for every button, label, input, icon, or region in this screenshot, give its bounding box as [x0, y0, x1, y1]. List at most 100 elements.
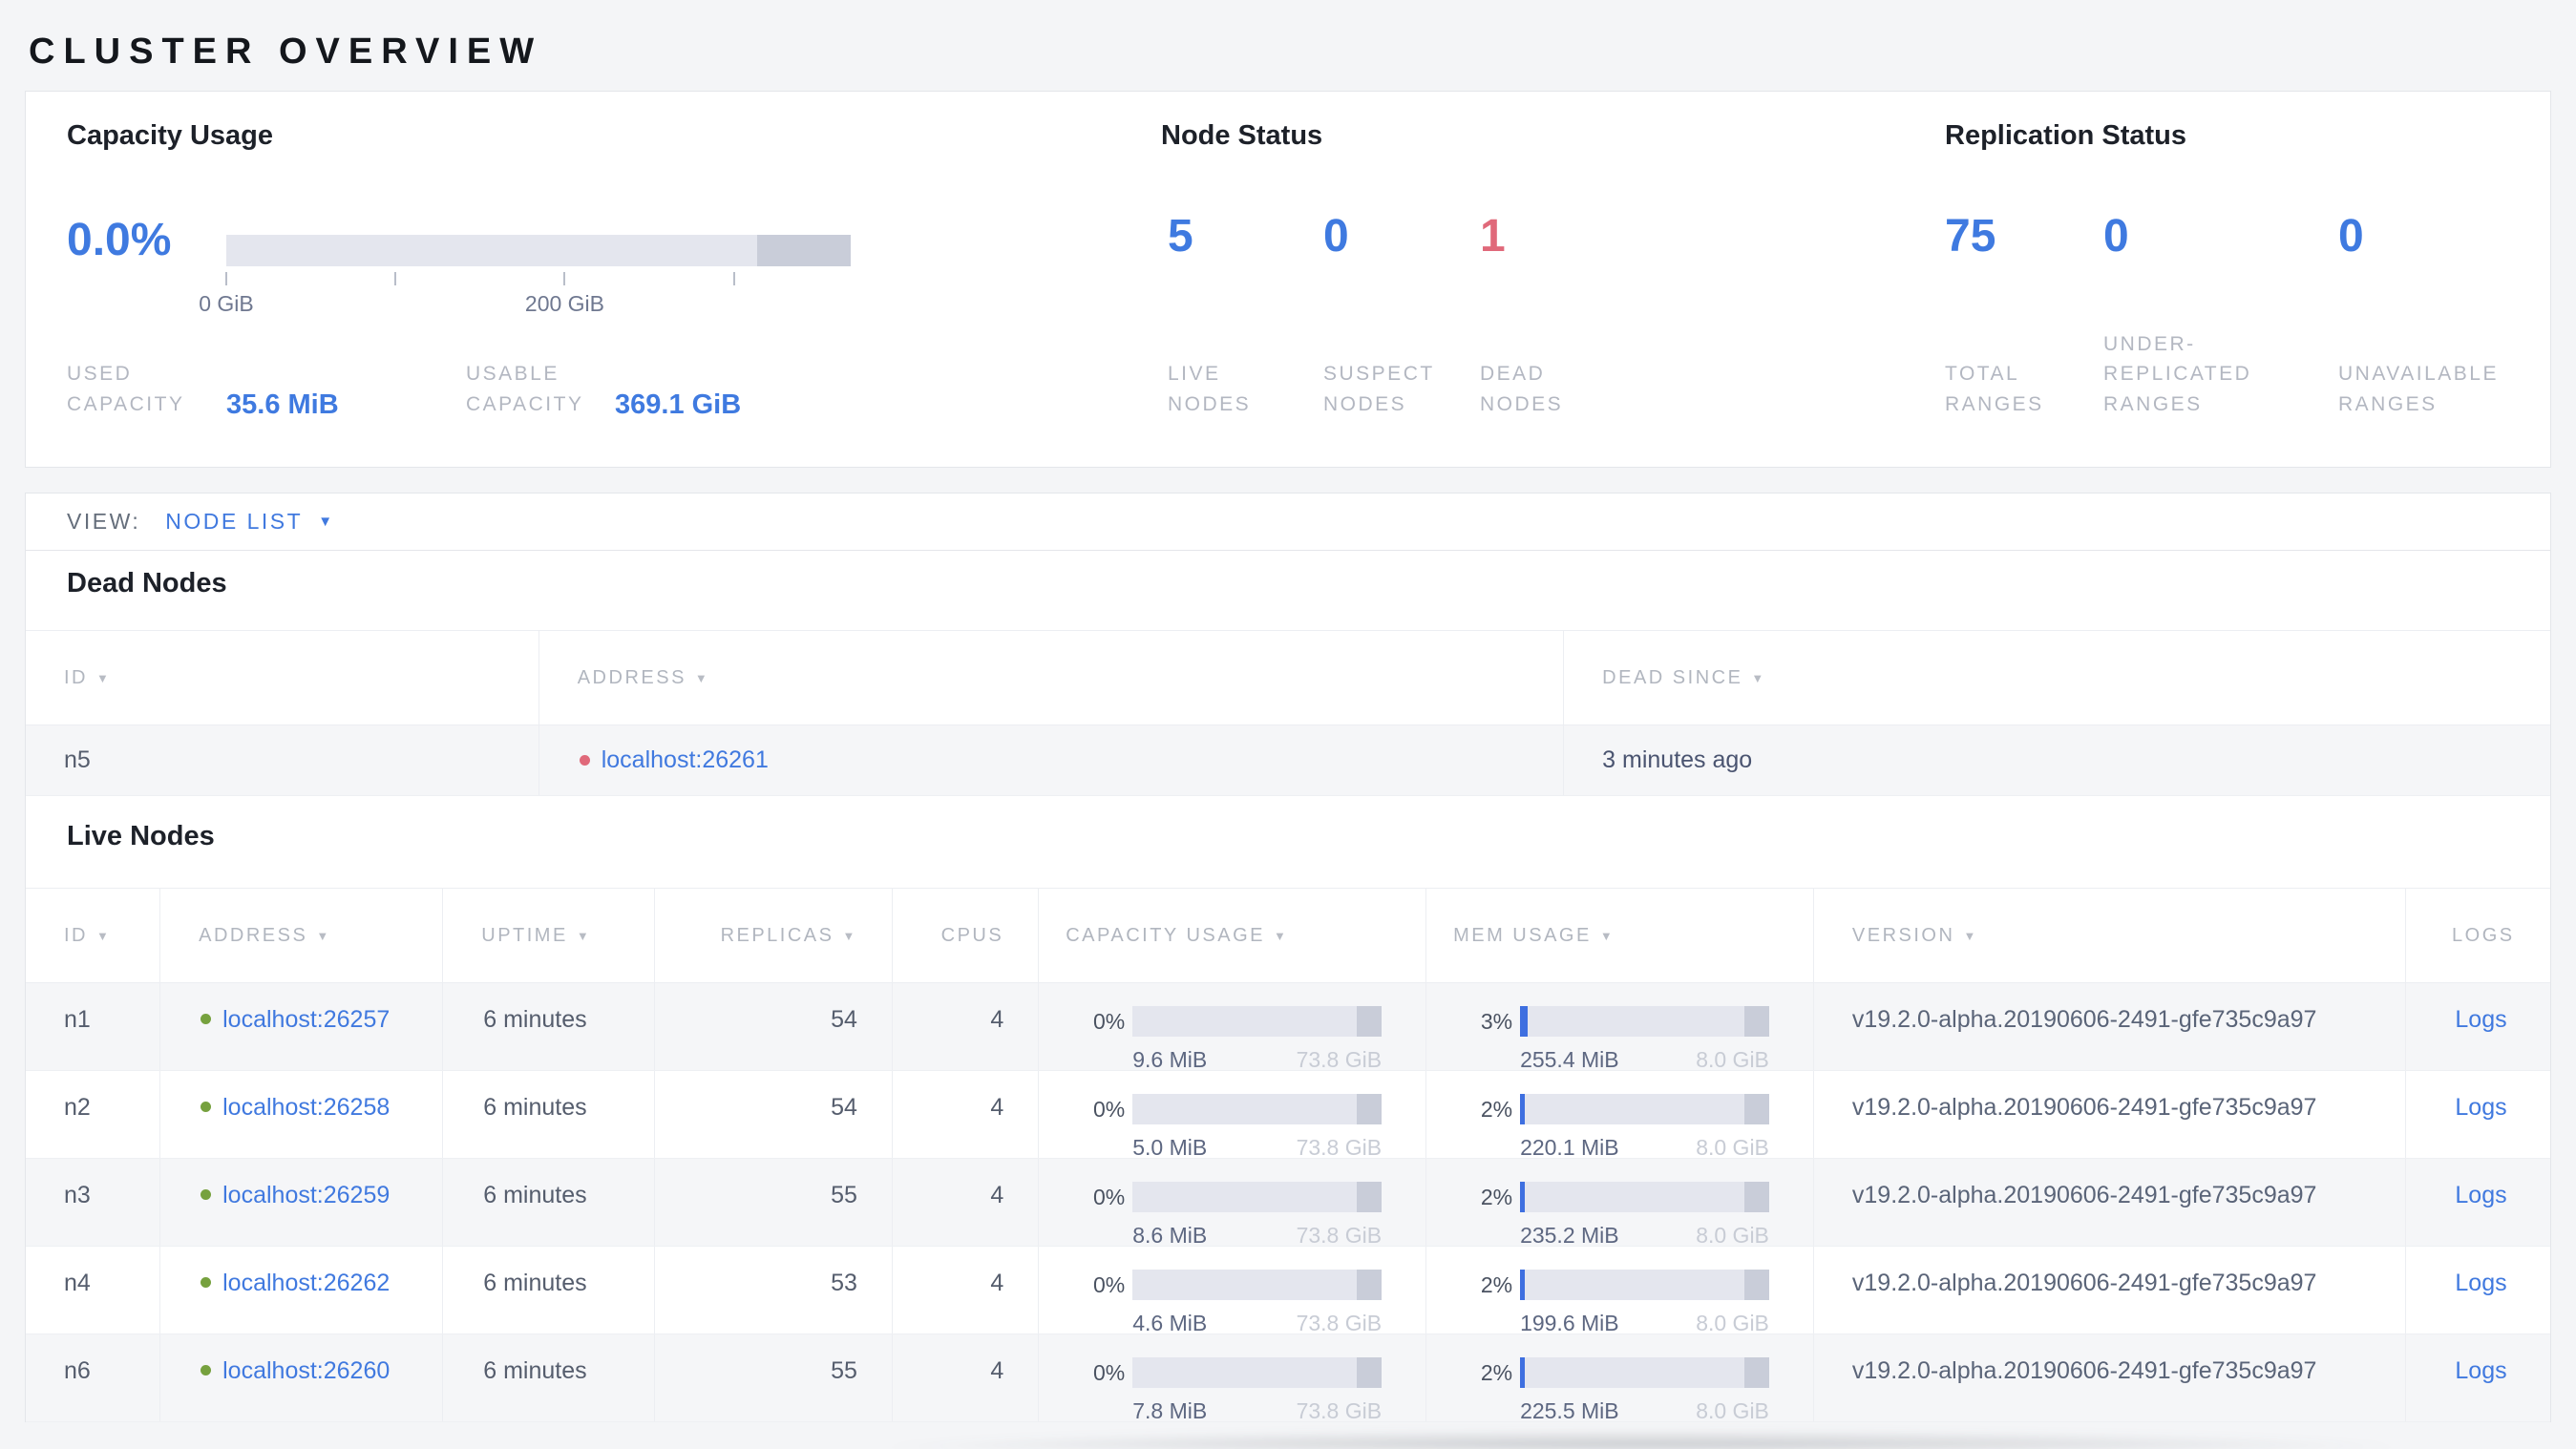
uptime-value: 6 minutes: [442, 1159, 654, 1246]
sort-desc-icon: ▼: [576, 928, 592, 943]
logs-link[interactable]: Logs: [2455, 1357, 2506, 1384]
live-node-row: n4 localhost:26262 6 minutes 53 4 0% 4.6…: [26, 1247, 2550, 1334]
column-header-mem-usage[interactable]: MEM USAGE ▼: [1425, 889, 1813, 982]
stat-value: 0: [1323, 211, 1349, 262]
node-list-panel: Dead Nodes ID ▼ ADDRESS ▼ DEAD SINCE ▼ n5 l…: [25, 551, 2551, 1422]
replication-stat: 0 UNAVAILABLE RANGES: [2338, 214, 2558, 419]
column-header-version[interactable]: VERSION ▼: [1812, 889, 2405, 982]
replicas-value: 55: [654, 1334, 892, 1421]
node-address-link[interactable]: localhost:26258: [222, 1094, 390, 1122]
dead-node-row: n5 localhost:26261 3 minutes ago: [26, 725, 2550, 796]
mem-used-value: 235.2 MiB: [1520, 1223, 1619, 1248]
mem-used-segment: [1520, 1094, 1526, 1124]
column-header-address[interactable]: ADDRESS ▼: [538, 631, 1563, 724]
capacity-axis: 0 GiB 200 GiB: [199, 272, 851, 329]
logs-link[interactable]: Logs: [2455, 1006, 2506, 1033]
node-id: n2: [64, 1094, 91, 1121]
column-header-dead-since[interactable]: DEAD SINCE ▼: [1563, 631, 2550, 724]
column-header-cpus: CPUS: [891, 889, 1038, 982]
column-header-address[interactable]: ADDRESS ▼: [159, 889, 442, 982]
dead-nodes-header-row: ID ▼ ADDRESS ▼ DEAD SINCE ▼: [26, 630, 2550, 725]
mem-usage-cell: 2% 220.1 MiB 8.0 GiB: [1425, 1071, 1813, 1159]
logs-link[interactable]: Logs: [2455, 1270, 2506, 1296]
version-value: v19.2.0-alpha.20190606-2491-gfe735c9a97: [1812, 1247, 2405, 1334]
capacity-used-value: 5.0 MiB: [1132, 1135, 1208, 1160]
mem-percent: 2%: [1480, 1271, 1513, 1297]
column-header-uptime[interactable]: UPTIME ▼: [442, 889, 654, 982]
axis-tick-mark: [563, 272, 566, 285]
capacity-usage-title: Capacity Usage: [67, 120, 273, 151]
sort-desc-icon: ▼: [1273, 928, 1289, 943]
uptime-value: 6 minutes: [442, 1071, 654, 1158]
page-title: CLUSTER OVERVIEW: [29, 32, 543, 73]
mem-bar: [1520, 1094, 1769, 1124]
capacity-used-value: 4.6 MiB: [1132, 1311, 1208, 1335]
node-status-stat: 5 LIVE NODES: [1168, 214, 1323, 419]
node-address-link[interactable]: localhost:26262: [222, 1270, 390, 1297]
sort-desc-icon: ▼: [1599, 928, 1615, 943]
version-value: v19.2.0-alpha.20190606-2491-gfe735c9a97: [1812, 1159, 2405, 1246]
replication-stat: 75 TOTAL RANGES: [1945, 214, 2103, 419]
node-address-link[interactable]: localhost:26260: [222, 1357, 390, 1385]
mem-bar: [1520, 1357, 1769, 1388]
mem-used-value: 225.5 MiB: [1520, 1398, 1619, 1423]
capacity-usage-cell: 0% 4.6 MiB 73.8 GiB: [1038, 1247, 1425, 1334]
capacity-total-value: 73.8 GiB: [1296, 1223, 1383, 1248]
mem-percent: 2%: [1480, 1359, 1513, 1385]
sort-desc-icon: ▼: [1963, 928, 1978, 943]
view-bar: VIEW: NODE LIST ▼: [25, 493, 2551, 551]
column-header-id[interactable]: ID ▼: [26, 631, 538, 724]
view-selector-dropdown[interactable]: NODE LIST ▼: [165, 509, 334, 535]
column-header-capacity-usage[interactable]: CAPACITY USAGE ▼: [1038, 889, 1425, 982]
node-address-link[interactable]: localhost:26261: [602, 746, 769, 774]
capacity-bar: [1132, 1094, 1383, 1124]
node-address-link[interactable]: localhost:26259: [222, 1182, 390, 1209]
capacity-used-value: 9.6 MiB: [1132, 1047, 1208, 1072]
stat-label: DEAD NODES: [1480, 363, 1564, 415]
mem-used-value: 199.6 MiB: [1520, 1311, 1619, 1335]
sort-desc-icon: ▼: [96, 670, 112, 685]
stat-value: 75: [1945, 211, 1996, 262]
live-nodes-heading: Live Nodes: [67, 821, 215, 851]
mem-percent: 2%: [1480, 1096, 1513, 1122]
replicas-value: 53: [654, 1247, 892, 1334]
node-status-stat: 1 DEAD NODES: [1480, 214, 1633, 419]
mem-total-value: 8.0 GiB: [1696, 1398, 1769, 1423]
node-id: n3: [64, 1182, 91, 1208]
logs-link[interactable]: Logs: [2455, 1094, 2506, 1121]
axis-tick-mark: [732, 272, 735, 285]
mem-usage-cell: 2% 225.5 MiB 8.0 GiB: [1425, 1334, 1813, 1423]
mem-used-segment: [1520, 1006, 1528, 1037]
version-value: v19.2.0-alpha.20190606-2491-gfe735c9a97: [1812, 1334, 2405, 1421]
dead-since-value: 3 minutes ago: [1563, 725, 2550, 795]
sort-desc-icon: ▼: [694, 670, 710, 685]
logs-link[interactable]: Logs: [2455, 1182, 2506, 1208]
column-header-replicas[interactable]: REPLICAS ▼: [654, 889, 892, 982]
mem-percent: 3%: [1480, 1008, 1513, 1034]
stat-label: TOTAL RANGES: [1945, 363, 2044, 415]
mem-usage-cell: 2% 199.6 MiB 8.0 GiB: [1425, 1247, 1813, 1334]
replication-stat: 0 UNDER-REPLICATED RANGES: [2103, 214, 2338, 419]
capacity-other-segment: [1356, 1270, 1383, 1300]
mem-other-segment: [1743, 1182, 1769, 1212]
mem-other-segment: [1743, 1357, 1769, 1388]
node-address-link[interactable]: localhost:26257: [222, 1006, 390, 1034]
view-selected-option: NODE LIST: [165, 509, 304, 534]
mem-bar: [1520, 1270, 1769, 1300]
mem-total-value: 8.0 GiB: [1696, 1311, 1769, 1335]
column-header-id[interactable]: ID ▼: [26, 889, 159, 982]
capacity-percent: 0%: [1092, 1184, 1126, 1209]
uptime-value: 6 minutes: [442, 1247, 654, 1334]
stat-value: 5: [1168, 211, 1193, 262]
capacity-bar: [1132, 1270, 1383, 1300]
live-status-icon: [201, 1365, 212, 1376]
axis-tick-mark: [225, 272, 227, 285]
sort-desc-icon: ▼: [316, 928, 331, 943]
cluster-summary-panel: Capacity Usage 0.0% 0 GiB 200 GiB USED C…: [25, 91, 2551, 468]
stat-label: UNAVAILABLE RANGES: [2338, 363, 2499, 415]
cpus-value: 4: [891, 1159, 1038, 1246]
capacity-total-value: 73.8 GiB: [1296, 1047, 1383, 1072]
capacity-used-percent: 0.0%: [67, 215, 172, 265]
node-status-title: Node Status: [1161, 120, 1323, 151]
uptime-value: 6 minutes: [442, 983, 654, 1070]
